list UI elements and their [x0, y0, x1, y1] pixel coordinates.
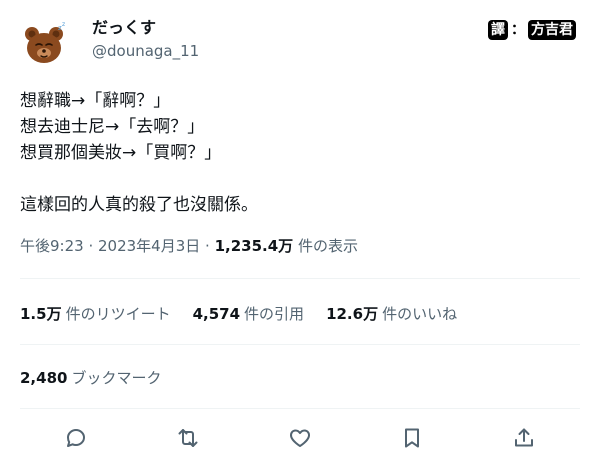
divider: [20, 278, 580, 279]
display-name[interactable]: だっくす: [92, 18, 199, 38]
quotes-stat[interactable]: 4,574 件の引用: [193, 304, 304, 324]
credit-separator: ：: [511, 22, 525, 38]
tweet-time[interactable]: 午後9:23: [20, 237, 84, 255]
likes-label: 件のいいね: [382, 305, 458, 323]
views-label: 件の表示: [293, 237, 358, 255]
quotes-label: 件の引用: [244, 305, 305, 323]
svg-text:z: z: [62, 21, 65, 28]
share-icon: [515, 428, 533, 447]
tweet-meta: 午後9:23 · 2023年4月3日 · 1,235.4万 件の表示: [20, 236, 358, 256]
retweet-icon: [178, 429, 198, 447]
retweets-count: 1.5万: [20, 305, 62, 323]
translation-credit: 譯 ： 方吉君: [488, 20, 576, 40]
retweets-stat[interactable]: 1.5万 件のリツイート: [20, 304, 171, 324]
quotes-count: 4,574: [192, 305, 241, 323]
reply-icon: [67, 429, 85, 447]
share-button[interactable]: [510, 424, 538, 452]
retweets-label: 件のリツイート: [65, 305, 171, 323]
bookmark-icon: [405, 428, 419, 448]
views-count[interactable]: 1,235.4万: [215, 237, 294, 255]
divider: [20, 344, 580, 345]
user-handle[interactable]: @dounaga_11: [92, 41, 199, 61]
credit-label: 譯: [488, 20, 508, 40]
bear-face-icon: z z: [25, 21, 65, 63]
avatar[interactable]: z z: [20, 20, 68, 68]
reply-button[interactable]: [62, 424, 90, 452]
tweet-date[interactable]: 2023年4月3日: [98, 237, 200, 255]
user-info: だっくす @dounaga_11: [92, 18, 199, 61]
likes-count: 12.6万: [326, 305, 379, 323]
meta-separator: ·: [83, 237, 98, 255]
bookmarks-count: 2,480: [20, 369, 68, 387]
like-button[interactable]: [286, 424, 314, 452]
action-bar: [20, 420, 580, 456]
retweet-button[interactable]: [174, 424, 202, 452]
bookmarks-label: ブックマーク: [71, 369, 162, 387]
divider: [20, 408, 580, 409]
likes-stat[interactable]: 12.6万 件のいいね: [326, 304, 457, 324]
bookmark-button[interactable]: [398, 424, 426, 452]
tweet-header: z z だっくす @dounaga_11 譯 ： 方吉君: [20, 14, 580, 74]
meta-separator: ·: [200, 237, 215, 255]
credit-name: 方吉君: [528, 20, 576, 40]
engagement-stats: 1.5万 件のリツイート 4,574 件の引用 12.6万 件のいいね: [20, 304, 457, 324]
heart-icon: [290, 429, 310, 447]
tweet-text: 想辭職→「辭啊？」 想去迪士尼→「去啊？」 想買那個美妝→「買啊？」 這樣回的人…: [20, 91, 258, 215]
bookmarks-stat[interactable]: 2,480 ブックマーク: [20, 368, 161, 388]
